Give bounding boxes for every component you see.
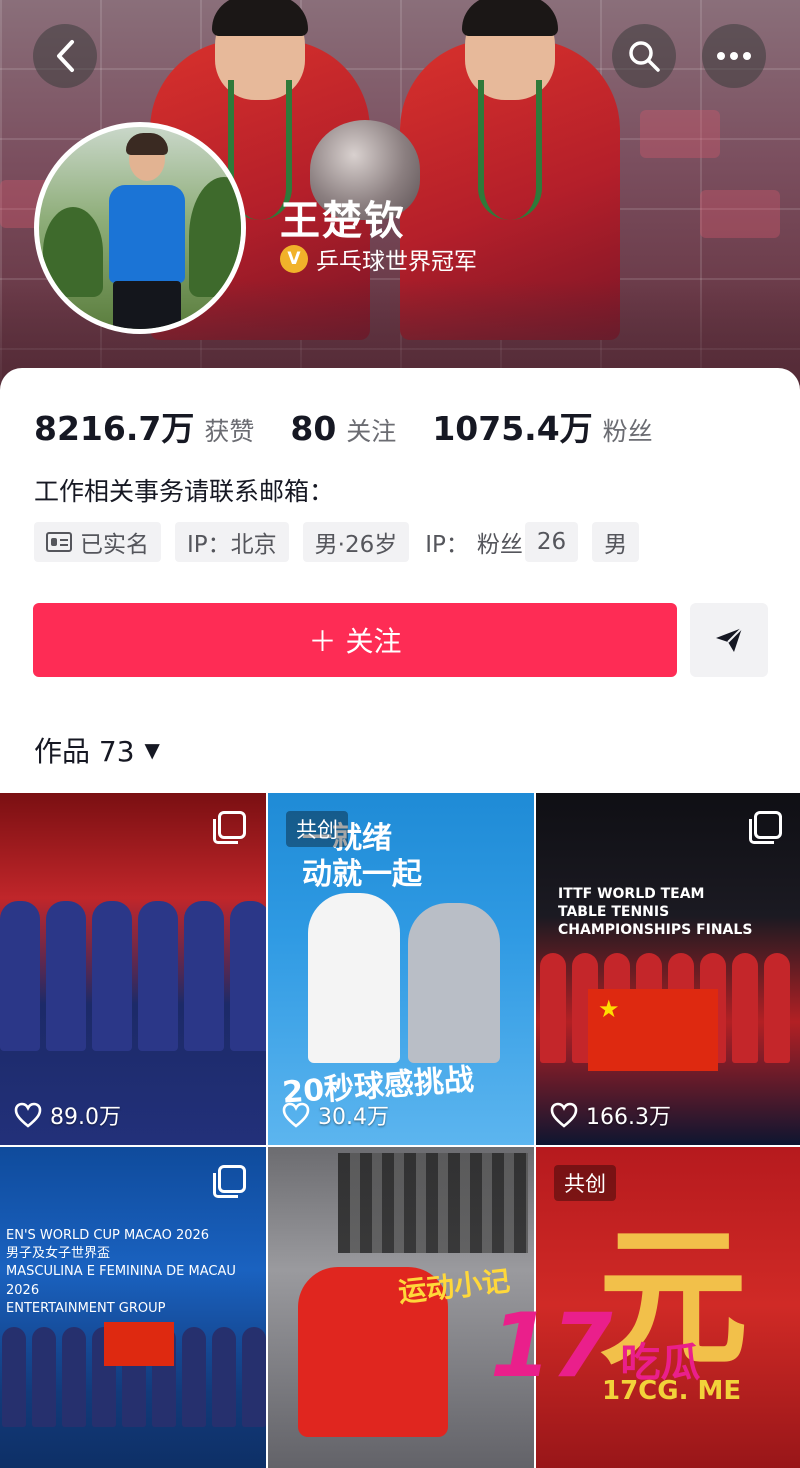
profile-tags: 已实名 IP：北京 男·26岁 IP： 粉丝 26 男 [34,522,640,562]
tag-ip: IP：北京 [175,522,289,562]
like-count-text: 30.4万 [318,1105,389,1130]
multi-image-icon [749,811,782,844]
tag-verified: 已实名 [34,522,161,562]
stat-value: 1075.4万 [432,409,593,448]
search-button[interactable] [612,24,676,88]
stat-label: 关注 [346,417,397,446]
stat-label: 粉丝 [602,417,653,446]
more-dots-icon [717,52,751,60]
flag-image [588,989,718,1071]
caret-down-icon: ▼ [144,738,160,762]
watermark-logo: 17 吃瓜 17CG. ME [490,1294,742,1407]
share-button[interactable] [690,603,768,677]
tag-age: 26 [524,522,579,562]
like-count: 30.4万 [282,1099,389,1131]
verified-badge-icon: V [280,245,308,273]
stat-label: 获赞 [204,417,255,446]
more-button[interactable] [702,24,766,88]
heart-icon [14,1102,42,1128]
like-count-text: 89.0万 [50,1105,121,1130]
tag-gender-age: 男·26岁 [302,522,410,562]
avatar[interactable] [34,122,246,334]
tag-label: IP：北京 [187,532,277,558]
video-caption: EN'S WORLD CUP MACAO 2026 男子及女子世界盃 MASCU… [6,1228,236,1316]
bio-text: 工作相关事务请联系邮箱： [34,477,335,506]
send-icon [716,627,743,652]
tag-ip-extra: IP： 粉丝 [423,522,525,562]
heart-icon [550,1102,578,1128]
works-label: 作品 73 [34,735,135,768]
tag-label: 男 [604,532,628,558]
follow-label: ＋ 关注 [308,625,402,658]
stat-value: 8216.7万 [34,409,195,448]
stats-row: 8216.7万 获赞 80 关注 1075.4万 粉丝 [34,402,689,450]
video-tile[interactable]: EN'S WORLD CUP MACAO 2026 男子及女子世界盃 MASCU… [0,1147,266,1468]
multi-image-icon [213,1165,246,1198]
like-count-text: 166.3万 [586,1105,671,1130]
tag-label: 已实名 [80,532,149,558]
chevron-left-icon [57,40,74,72]
tag-gender: 男 [592,522,640,562]
heart-icon [282,1102,310,1128]
stat-value: 80 [290,409,337,448]
watermark-url: 17CG. ME [602,1376,742,1406]
stat-following[interactable]: 80 关注 [290,409,396,448]
banner-decor [640,110,720,158]
flag-image [104,1322,174,1366]
id-card-icon [46,532,72,552]
verification-text: 乒乓球世界冠军 [316,249,477,275]
cocreate-badge: 共创 [286,811,348,847]
like-count: 89.0万 [14,1099,121,1131]
search-icon [629,41,660,72]
multi-image-icon [213,811,246,844]
tag-label: 26 [536,529,567,555]
stat-likes: 8216.7万 获赞 [34,402,254,450]
banner-decor [700,190,780,238]
tag-label: 男·26岁 [314,532,398,558]
video-caption: ITTF WORLD TEAM TABLE TENNIS CHAMPIONSHI… [558,886,753,939]
video-tile[interactable]: 89.0万 [0,793,266,1145]
profile-name: 王楚钦 [280,198,406,244]
works-tab[interactable]: 作品 73 ▼ [34,730,160,770]
watermark-number: 17 [490,1294,613,1397]
stat-followers[interactable]: 1075.4万 粉丝 [432,402,652,450]
video-tile[interactable]: ITTF WORLD TEAM TABLE TENNIS CHAMPIONSHI… [536,793,800,1145]
follow-button[interactable]: ＋ 关注 [33,603,677,677]
back-button[interactable] [33,24,97,88]
like-count: 166.3万 [550,1099,671,1131]
tag-label: IP： [425,532,469,558]
verification-row: V 乒乓球世界冠军 [280,242,477,276]
video-tile[interactable]: 一就绪 动就一起 20秒球感挑战 共创 30.4万 [268,793,534,1145]
tag-label: 粉丝 [476,532,523,558]
cocreate-badge: 共创 [554,1165,616,1201]
